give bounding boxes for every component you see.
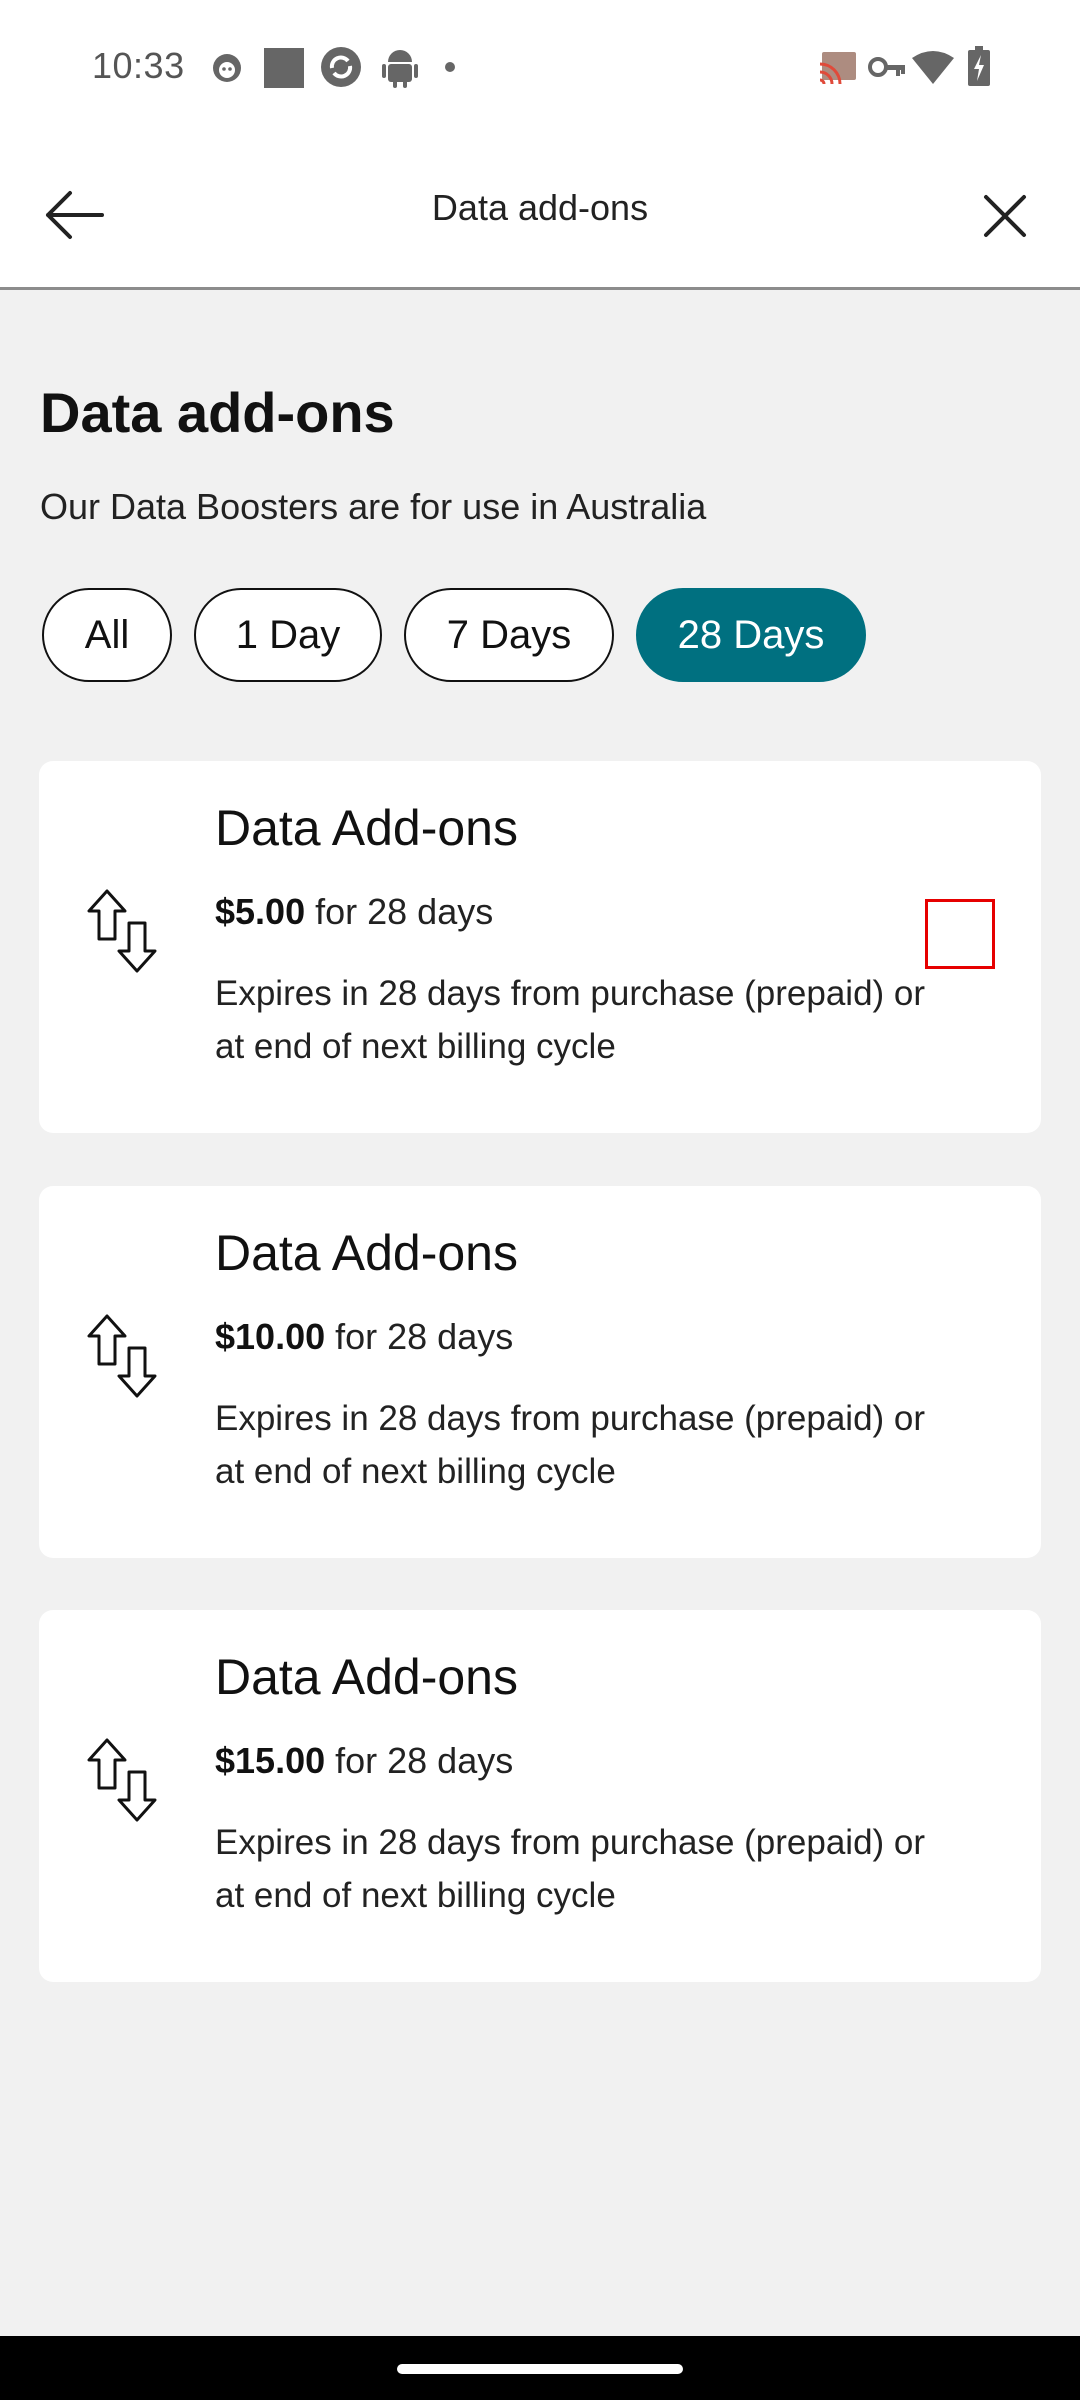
app-bar-title: Data add-ons [431,187,649,228]
card-title: Data Add-ons [215,1225,518,1281]
card-title: Data Add-ons [215,1649,518,1705]
card-period: for 28 days [335,1316,514,1357]
addon-card[interactable]: Data Add-ons $5.00 for 28 days Expires i… [39,761,1041,1133]
cat-notification-icon [213,54,241,82]
wifi-icon [912,51,954,84]
data-transfer-icon [87,1314,157,1398]
card-description: Expires in 28 days from purchase (prepai… [215,1823,926,1915]
card-period: for 28 days [335,1740,514,1781]
square-notification-icon [264,48,304,88]
card-title: Data Add-ons [215,800,518,856]
page-title: Data add-ons [40,381,395,444]
card-checkbox[interactable] [925,899,995,969]
card-price: $10.00 [215,1316,326,1357]
app-bar: Data add-ons [0,135,1080,290]
system-nav-bar [0,2336,1080,2400]
chip-28-days[interactable]: 28 Days [636,588,866,682]
addon-card[interactable]: Data Add-ons $15.00 for 28 days Expires … [39,1610,1041,1982]
data-transfer-icon [87,889,157,973]
card-price-line: $15.00 for 28 days [215,1740,513,1782]
addon-card[interactable]: Data Add-ons $10.00 for 28 days Expires … [39,1186,1041,1558]
chip-all[interactable]: All [42,588,172,682]
battery-charging-icon [968,46,990,86]
android-notification-icon [382,50,418,88]
home-gesture-handle[interactable] [397,2364,683,2374]
sync-notification-icon [321,47,361,87]
status-bar: 10:33 [0,0,1080,135]
status-time: 10:33 [92,45,185,86]
cast-icon [819,52,856,84]
card-price: $5.00 [215,891,306,932]
dot-icon [445,62,455,72]
page-subtitle: Our Data Boosters are for use in Austral… [40,486,707,527]
filter-chips: All 1 Day 7 Days 28 Days [42,588,866,682]
card-price: $15.00 [215,1740,326,1781]
card-price-line: $10.00 for 28 days [215,1316,513,1358]
chip-1-day[interactable]: 1 Day [194,588,382,682]
card-description: Expires in 28 days from purchase (prepai… [215,1399,926,1491]
close-icon[interactable] [968,179,1040,251]
vpn-key-icon [868,57,905,77]
card-description: Expires in 28 days from purchase (prepai… [215,974,926,1066]
data-transfer-icon [87,1738,157,1822]
card-price-line: $5.00 for 28 days [215,891,493,933]
chip-7-days[interactable]: 7 Days [404,588,614,682]
card-period: for 28 days [315,891,494,932]
